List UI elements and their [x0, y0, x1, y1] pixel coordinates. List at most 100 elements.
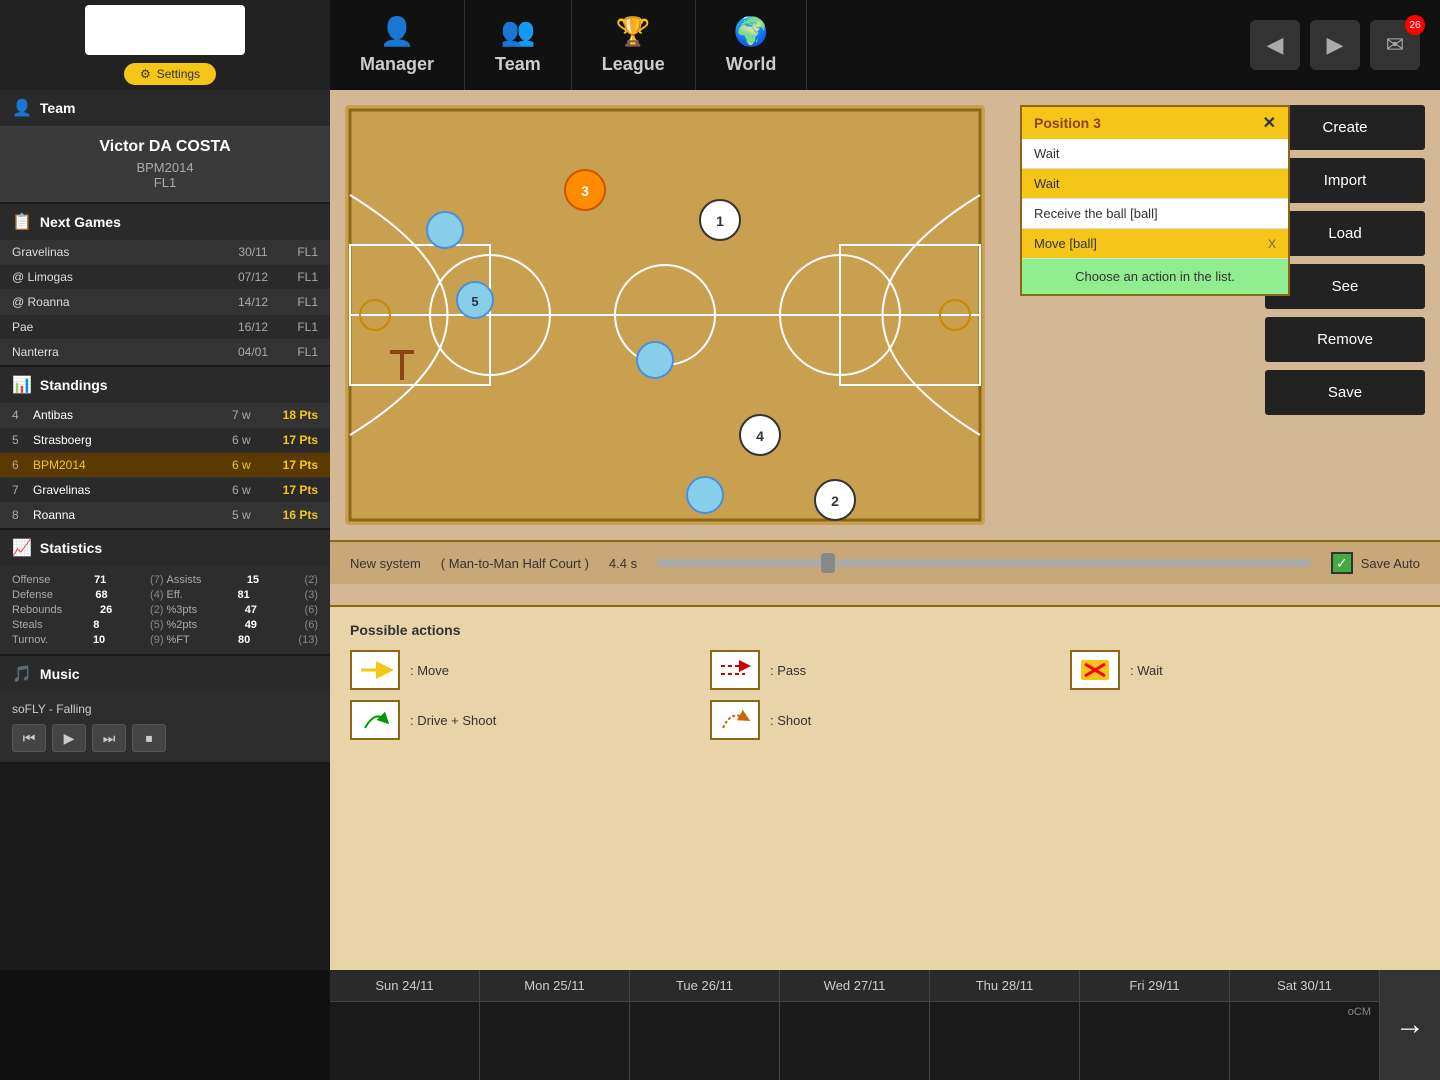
- calendar-day-body: [780, 1002, 929, 1080]
- standings-list: 4 Antibas 7 w 18 Pts 5 Strasboerg 6 w 17…: [0, 403, 330, 528]
- team-section-icon: 👤: [12, 98, 32, 118]
- nav-manager[interactable]: 👤 Manager: [330, 0, 465, 90]
- play-button[interactable]: ▶: [52, 724, 86, 752]
- calendar-sidebar-space: [0, 970, 330, 1080]
- statistics-section: 📈 Statistics Offense 71 (7) Assists 15 (…: [0, 530, 330, 654]
- settings-label: Settings: [157, 67, 200, 81]
- action-shoot-tile: : Shoot: [710, 700, 1060, 740]
- nav-manager-label: Manager: [360, 54, 434, 75]
- stop-button[interactable]: ⏹: [132, 724, 166, 752]
- action-receive[interactable]: Receive the ball [ball]: [1022, 199, 1288, 229]
- court-container: 3 5 1 4: [345, 105, 985, 525]
- calendar-day-header[interactable]: Sat 30/11: [1230, 970, 1379, 1002]
- save-auto-checkbox[interactable]: ✓: [1331, 552, 1353, 574]
- statistics-label: Statistics: [40, 540, 102, 556]
- pass-label: : Pass: [770, 663, 806, 678]
- mail-button[interactable]: ✉ 26: [1370, 20, 1420, 70]
- music-icon: 🎵: [12, 664, 32, 684]
- standing-wins: 6 w: [232, 458, 262, 472]
- action-move-close[interactable]: X: [1268, 237, 1276, 251]
- system-mode: ( Man-to-Man Half Court ): [441, 556, 589, 571]
- move-icon[interactable]: [350, 650, 400, 690]
- standing-wins: 5 w: [232, 508, 262, 522]
- nav-team[interactable]: 👥 Team: [465, 0, 572, 90]
- nav-league-label: League: [602, 54, 665, 75]
- standing-pts: 18 Pts: [268, 408, 318, 422]
- standing-row: 5 Strasboerg 6 w 17 Pts: [0, 428, 330, 453]
- game-team: Nanterra: [12, 345, 228, 359]
- back-button[interactable]: ◀: [1250, 20, 1300, 70]
- time-slider[interactable]: [657, 559, 1311, 567]
- prev-button[interactable]: ⏮: [12, 724, 46, 752]
- bottom-calendar: Sun 24/11 Mon 25/11 Tue 26/11 Wed 27/11 …: [0, 970, 1440, 1080]
- action-move-tile: : Move: [350, 650, 700, 690]
- calendar-day-mon: Mon 25/11: [480, 970, 630, 1080]
- standing-pts: 17 Pts: [268, 483, 318, 497]
- standing-team: Roanna: [33, 508, 226, 522]
- shoot-icon[interactable]: [710, 700, 760, 740]
- calendar-next-button[interactable]: →: [1380, 970, 1440, 1080]
- nav-world[interactable]: 🌍 World: [696, 0, 808, 90]
- next-games-label: Next Games: [40, 214, 121, 230]
- svg-text:3: 3: [581, 183, 589, 199]
- shoot-label: : Shoot: [770, 713, 811, 728]
- action-prompt: Choose an action in the list.: [1022, 259, 1288, 294]
- pass-icon[interactable]: [710, 650, 760, 690]
- position-close-button[interactable]: ✕: [1263, 113, 1276, 133]
- game-row: Gravelinas 30/11 FL1: [0, 240, 330, 265]
- action-wait-1[interactable]: Wait: [1022, 139, 1288, 169]
- calendar-day-sun: Sun 24/11: [330, 970, 480, 1080]
- team-code: BPM2014: [12, 160, 318, 175]
- games-list: Gravelinas 30/11 FL1 @ Limogas 07/12 FL1…: [0, 240, 330, 365]
- standing-row: 8 Roanna 5 w 16 Pts: [0, 503, 330, 528]
- standing-wins: 7 w: [232, 408, 262, 422]
- action-wait-tile: : Wait: [1070, 650, 1420, 690]
- standings-label: Standings: [40, 377, 108, 393]
- standings-icon: 📊: [12, 375, 32, 395]
- action-list: Wait Wait Receive the ball [ball] Move […: [1022, 139, 1288, 259]
- slider-thumb[interactable]: [821, 553, 835, 573]
- nav-league[interactable]: 🏆 League: [572, 0, 696, 90]
- calendar-day-header[interactable]: Sun 24/11: [330, 970, 479, 1002]
- standing-pos: 4: [12, 408, 27, 422]
- game-league: FL1: [278, 320, 318, 334]
- calendar-day-header[interactable]: Tue 26/11: [630, 970, 779, 1002]
- wait-icon[interactable]: [1070, 650, 1120, 690]
- action-move[interactable]: Move [ball] X: [1022, 229, 1288, 259]
- remove-button[interactable]: Remove: [1265, 317, 1425, 362]
- action-pass-tile: : Pass: [710, 650, 1060, 690]
- drive-icon[interactable]: [350, 700, 400, 740]
- standing-team: BPM2014: [33, 458, 226, 472]
- forward-button[interactable]: ▶: [1310, 20, 1360, 70]
- league-code: FL1: [12, 175, 318, 190]
- calendar-day-body: [930, 1002, 1079, 1080]
- calendar-day-header[interactable]: Wed 27/11: [780, 970, 929, 1002]
- stat-row: %2pts 49 (6): [167, 619, 319, 631]
- calendar-day-thu: Thu 28/11: [930, 970, 1080, 1080]
- game-team: @ Limogas: [12, 270, 228, 284]
- calendar-day-header[interactable]: Mon 25/11: [480, 970, 629, 1002]
- save-button[interactable]: Save: [1265, 370, 1425, 415]
- svg-text:4: 4: [756, 428, 764, 444]
- standing-pts: 17 Pts: [268, 433, 318, 447]
- standing-team: Gravelinas: [33, 483, 226, 497]
- calendar-days: Sun 24/11 Mon 25/11 Tue 26/11 Wed 27/11 …: [330, 970, 1380, 1080]
- team-section: 👤 Team Victor DA COSTA BPM2014 FL1: [0, 90, 330, 202]
- world-icon: 🌍: [734, 15, 769, 48]
- manager-icon: 👤: [380, 15, 415, 48]
- calendar-day-header[interactable]: Fri 29/11: [1080, 970, 1229, 1002]
- position-panel: Position 3 ✕ Wait Wait Receive the ball …: [1020, 105, 1290, 296]
- mail-badge: 26: [1405, 15, 1425, 35]
- action-wait-2[interactable]: Wait: [1022, 169, 1288, 199]
- settings-icon: ⚙: [140, 67, 151, 81]
- game-league: FL1: [278, 245, 318, 259]
- music-track: soFLY - Falling: [12, 702, 318, 716]
- settings-button[interactable]: ⚙ Settings: [124, 63, 216, 85]
- calendar-day-header[interactable]: Thu 28/11: [930, 970, 1079, 1002]
- game-league: FL1: [278, 345, 318, 359]
- game-row: @ Roanna 14/12 FL1: [0, 290, 330, 315]
- calendar-day-sat: Sat 30/11 oCM: [1230, 970, 1380, 1080]
- standings-section: 📊 Standings 4 Antibas 7 w 18 Pts 5 Stras…: [0, 367, 330, 528]
- next-button[interactable]: ⏭: [92, 724, 126, 752]
- stat-row: Turnov. 10 (9): [12, 634, 164, 646]
